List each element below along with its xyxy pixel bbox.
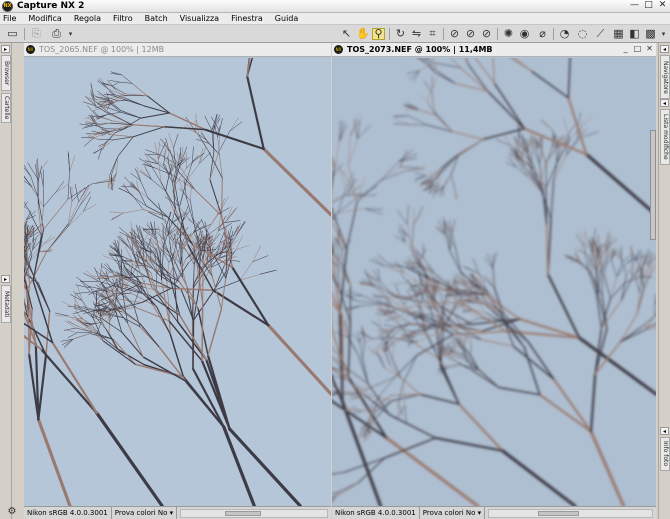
sidebar-expand-icon[interactable]: ◂ bbox=[660, 99, 669, 107]
nx-logo-icon: NX bbox=[334, 45, 343, 54]
menu-guida[interactable]: Guida bbox=[275, 14, 298, 23]
gray-point-icon[interactable]: ⊘ bbox=[464, 28, 477, 40]
document-status-bar: Nikon sRGB 4.0.0.3001 Prova colori No bbox=[332, 506, 656, 519]
maximize-button[interactable]: □ bbox=[633, 45, 642, 54]
menu-modifica[interactable]: Modifica bbox=[28, 14, 61, 23]
brush-icon[interactable]: ⟋ bbox=[594, 28, 607, 40]
scrollbar-thumb[interactable] bbox=[224, 510, 262, 516]
document-window-1[interactable]: NX TOS_2065.NEF @ 100% | 12MB Nikon sRGB… bbox=[24, 43, 331, 519]
app-logo-icon: NX bbox=[2, 0, 13, 12]
right-sidebar: ◂ Navigatore ◂ Lista modifiche ◂ Info fo… bbox=[658, 43, 670, 519]
crop-icon[interactable]: ⌗ bbox=[426, 28, 439, 40]
close-button[interactable]: ✕ bbox=[657, 1, 668, 11]
proof-colors-select[interactable]: Prova colori No bbox=[112, 507, 178, 519]
sidebar-expand-icon[interactable]: ◂ bbox=[660, 427, 669, 435]
menu-file[interactable]: File bbox=[3, 14, 16, 23]
nx-logo-icon: NX bbox=[26, 45, 35, 54]
tab-metadati[interactable]: Metadati bbox=[1, 285, 11, 323]
document-title: TOS_2073.NEF @ 100% | 11,4MB bbox=[347, 45, 493, 54]
chevron-down-icon[interactable]: ▾ bbox=[64, 28, 77, 40]
color-profile-label: Nikon sRGB 4.0.0.3001 bbox=[24, 507, 112, 519]
maximize-button[interactable]: □ bbox=[643, 1, 654, 11]
proof-colors-select[interactable]: Prova colori No bbox=[420, 507, 486, 519]
fill-icon[interactable]: ◧ bbox=[628, 28, 641, 40]
app-title: Capture NX 2 bbox=[17, 1, 85, 11]
selection-control-point-icon[interactable]: ◔ bbox=[558, 28, 571, 40]
sidebar-expand-icon[interactable]: ▸ bbox=[1, 45, 10, 53]
print-icon[interactable]: ⎙ bbox=[50, 28, 63, 40]
left-sidebar: ▸ Browser Cartelle ▸ Metadati bbox=[0, 43, 12, 519]
camera-icon[interactable]: ⎘ bbox=[30, 28, 43, 40]
horizontal-scrollbar[interactable] bbox=[180, 508, 328, 518]
sidebar-expand-icon[interactable]: ◂ bbox=[660, 45, 669, 53]
toolbar-divider bbox=[443, 28, 444, 40]
title-bar: NX Capture NX 2 — □ ✕ bbox=[0, 0, 670, 13]
scrollbar-thumb[interactable] bbox=[538, 510, 579, 516]
lasso-icon[interactable]: ◌ bbox=[576, 28, 589, 40]
minimize-button[interactable]: _ bbox=[621, 45, 630, 54]
color-control-point-icon[interactable]: ✺ bbox=[502, 28, 515, 40]
document-window-2[interactable]: NX TOS_2073.NEF @ 100% | 11,4MB _ □ ✕ Ni… bbox=[332, 43, 656, 519]
hand-icon[interactable]: ✋ bbox=[356, 28, 370, 40]
photo-canvas[interactable] bbox=[24, 58, 331, 506]
toolbar-divider bbox=[497, 28, 498, 40]
photo-canvas[interactable] bbox=[332, 58, 656, 506]
menu-regola[interactable]: Regola bbox=[74, 14, 101, 23]
document-header[interactable]: NX TOS_2065.NEF @ 100% | 12MB bbox=[24, 43, 331, 57]
chevron-down-icon[interactable]: ▾ bbox=[657, 28, 670, 40]
layout-settings-icon[interactable]: ⚙ bbox=[1, 505, 23, 518]
tab-info-foto[interactable]: Info foto bbox=[660, 437, 670, 471]
arrow-icon[interactable]: ↖ bbox=[340, 28, 353, 40]
toolbar-divider bbox=[24, 28, 25, 40]
tab-cartelle[interactable]: Cartelle bbox=[1, 93, 11, 123]
black-point-icon[interactable]: ⊘ bbox=[448, 28, 461, 40]
red-eye-icon[interactable]: ◉ bbox=[518, 28, 531, 40]
menu-bar: File Modifica Regola Filtro Batch Visual… bbox=[0, 13, 670, 25]
menu-visualizza[interactable]: Visualizza bbox=[180, 14, 219, 23]
toolbar-divider bbox=[553, 28, 554, 40]
minimize-button[interactable]: — bbox=[629, 1, 640, 11]
menu-finestra[interactable]: Finestra bbox=[231, 14, 263, 23]
retouch-brush-icon[interactable]: ⌀ bbox=[536, 28, 549, 40]
browser-toggle-icon[interactable]: ▭ bbox=[6, 28, 19, 40]
sidebar-expand-icon[interactable]: ▸ bbox=[1, 275, 10, 283]
photo-image bbox=[332, 58, 656, 506]
menu-batch[interactable]: Batch bbox=[145, 14, 168, 23]
tab-lista-modifiche[interactable]: Lista modifiche bbox=[660, 109, 670, 165]
document-title: TOS_2065.NEF @ 100% | 12MB bbox=[39, 45, 165, 54]
menu-filtro[interactable]: Filtro bbox=[113, 14, 133, 23]
document-header[interactable]: NX TOS_2073.NEF @ 100% | 11,4MB _ □ ✕ bbox=[332, 43, 656, 57]
close-button[interactable]: ✕ bbox=[645, 45, 654, 54]
toolbar-divider bbox=[389, 28, 390, 40]
tab-browser[interactable]: Browser bbox=[1, 55, 11, 91]
tab-navigatore[interactable]: Navigatore bbox=[660, 55, 670, 99]
layer-icon[interactable]: ▩ bbox=[644, 28, 657, 40]
zoom-icon[interactable]: ⚲ bbox=[372, 28, 385, 40]
toolbar: ▭ ⎘ ⎙ ▾ ↖ ✋ ⚲ ↻ ⇋ ⌗ ⊘ ⊘ ⊘ ✺ ◉ ⌀ ◔ ◌ ⟋ ▦ … bbox=[0, 25, 670, 43]
rotate-icon[interactable]: ↻ bbox=[394, 28, 407, 40]
straighten-icon[interactable]: ⇋ bbox=[410, 28, 423, 40]
white-point-icon[interactable]: ⊘ bbox=[480, 28, 493, 40]
photo-image bbox=[24, 58, 331, 506]
vertical-scrollbar-thumb[interactable] bbox=[650, 130, 656, 240]
document-status-bar: Nikon sRGB 4.0.0.3001 Prova colori No bbox=[24, 506, 331, 519]
color-profile-label: Nikon sRGB 4.0.0.3001 bbox=[332, 507, 420, 519]
gradient-icon[interactable]: ▦ bbox=[612, 28, 625, 40]
sky-background bbox=[24, 58, 331, 506]
horizontal-scrollbar[interactable] bbox=[488, 508, 653, 518]
